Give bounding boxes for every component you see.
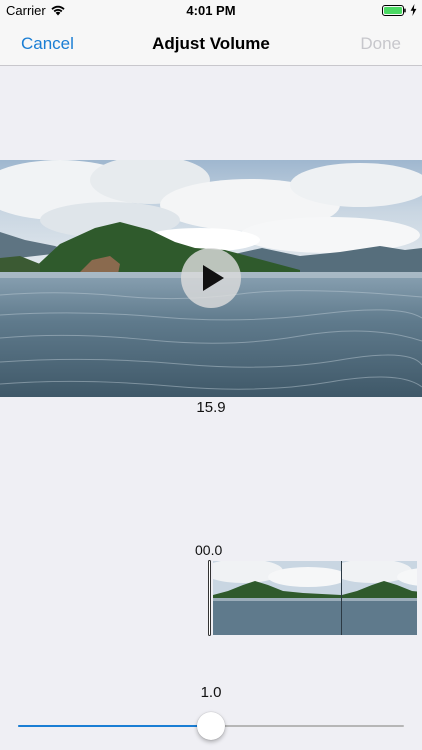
- status-bar: Carrier 4:01 PM: [0, 0, 422, 22]
- charging-bolt-icon: [410, 4, 417, 16]
- current-time-label: 00.0: [195, 542, 223, 558]
- play-button[interactable]: [181, 248, 241, 308]
- video-duration-label: 15.9: [196, 399, 226, 416]
- filmstrip-frame: [213, 561, 341, 635]
- timeline-playhead[interactable]: [208, 560, 211, 636]
- volume-slider[interactable]: [18, 712, 404, 740]
- slider-fill: [18, 725, 211, 727]
- slider-thumb[interactable]: [197, 712, 225, 740]
- filmstrip-frame: [342, 561, 417, 635]
- done-button[interactable]: Done: [360, 34, 401, 54]
- navigation-bar: Cancel Adjust Volume Done: [0, 22, 422, 66]
- play-icon: [203, 265, 224, 291]
- status-time: 4:01 PM: [186, 3, 236, 18]
- timeline-filmstrip[interactable]: [213, 561, 417, 635]
- volume-value-label: 1.0: [200, 684, 222, 701]
- page-title: Adjust Volume: [152, 34, 270, 53]
- adjust-volume-screen: Carrier 4:01 PM Cancel Adjust Volume Don…: [0, 0, 422, 750]
- battery-full-icon: [382, 5, 406, 16]
